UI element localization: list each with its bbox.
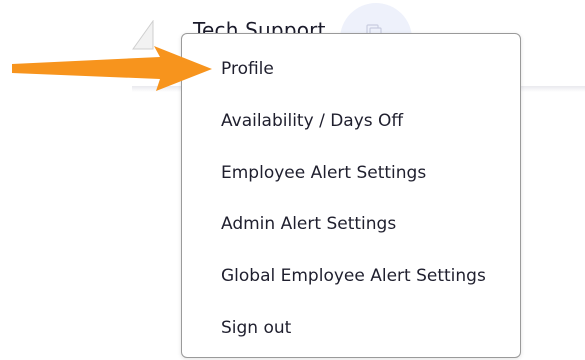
menu-item-profile[interactable]: Profile [221,58,274,80]
menu-item-sign-out[interactable]: Sign out [221,317,291,339]
menu-item-employee-alert-settings[interactable]: Employee Alert Settings [221,162,426,184]
menu-item-availability[interactable]: Availability / Days Off [221,110,403,132]
pointer-arrow-icon [12,46,212,91]
app-screen: Tech Support Profile Availability / Days… [0,0,585,360]
user-dropdown-menu: Profile Availability / Days Off Employee… [181,33,521,358]
menu-item-admin-alert-settings[interactable]: Admin Alert Settings [221,213,396,235]
menu-item-global-employee-alert-settings[interactable]: Global Employee Alert Settings [221,265,486,287]
